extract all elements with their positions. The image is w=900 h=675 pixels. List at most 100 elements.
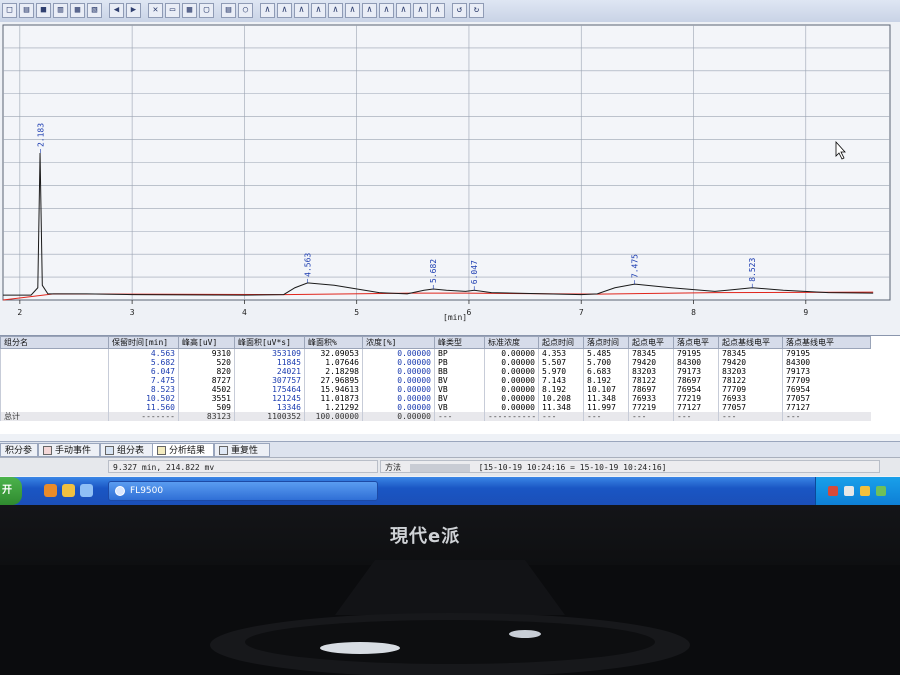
tray-volume-icon[interactable] xyxy=(860,486,870,496)
peak-tool-9-icon[interactable]: ∧ xyxy=(396,3,411,18)
table-cell: 78345 xyxy=(628,348,674,358)
table-cell: 15.94613 xyxy=(304,385,363,394)
table-cell: 6.683 xyxy=(583,367,629,376)
table-row[interactable]: 8.523 4502 175464 15.94613 0.00000 VB 0.00000 8… xyxy=(0,385,871,394)
table-cell: 79195 xyxy=(673,348,719,358)
table-cell: VB xyxy=(434,385,485,394)
table-cell: 77219 xyxy=(628,403,674,412)
column-header[interactable]: 落点电平 xyxy=(673,336,719,349)
peak-tool-8-icon[interactable]: ∧ xyxy=(379,3,394,18)
peak-tool-1-icon[interactable]: ∧ xyxy=(260,3,275,18)
copy-icon[interactable]: ▦ xyxy=(70,3,85,18)
column-header[interactable]: 标准浓度 xyxy=(484,336,539,349)
tab-params[interactable]: 积分参数 xyxy=(0,443,38,470)
total-cell: --- xyxy=(782,412,871,421)
column-header[interactable]: 起点时间 xyxy=(538,336,584,349)
table-row[interactable]: 7.475 8727 307757 27.96895 0.00000 BV 0.00000 7… xyxy=(0,376,871,385)
cursor-readout: 9.327 min, 214.822 mv xyxy=(108,460,378,473)
table-cell: 76954 xyxy=(782,385,871,394)
column-header[interactable]: 峰面积[uV*s] xyxy=(234,336,305,349)
delete-icon[interactable]: ✕ xyxy=(148,3,163,18)
peak-tool-7-icon[interactable]: ∧ xyxy=(362,3,377,18)
table-cell: 11845 xyxy=(234,358,305,367)
tray-app-icon[interactable] xyxy=(876,486,886,496)
tray-network-icon[interactable] xyxy=(844,486,854,496)
column-header[interactable]: 保留时间[min] xyxy=(108,336,179,349)
app-icon xyxy=(115,485,125,496)
table-cell: 0.00000 xyxy=(362,358,435,367)
tab-component-table[interactable]: 组分表 xyxy=(100,443,154,457)
new-file-icon[interactable]: □ xyxy=(2,3,17,18)
open-folder-icon[interactable]: ▤ xyxy=(19,3,34,18)
method-info: 方法 [15-10-19 10:24:16 = 15-10-19 10:24:1… xyxy=(380,460,880,473)
start-button[interactable]: 开 xyxy=(0,477,22,505)
refresh-icon[interactable]: ↺ xyxy=(452,3,467,18)
column-header[interactable]: 浓度[%] xyxy=(362,336,435,349)
column-header[interactable]: 起点电平 xyxy=(628,336,674,349)
peak-tool-5-icon[interactable]: ∧ xyxy=(328,3,343,18)
column-header[interactable]: 峰面积% xyxy=(304,336,363,349)
undo-icon[interactable]: ◀ xyxy=(109,3,124,18)
tray-security-icon[interactable] xyxy=(828,486,838,496)
table-icon[interactable]: ▤ xyxy=(221,3,236,18)
column-header[interactable]: 峰高[uV] xyxy=(178,336,235,349)
table-cell: 13346 xyxy=(234,403,305,412)
table-cell: 5.507 xyxy=(538,358,584,367)
peak-tool-4-icon[interactable]: ∧ xyxy=(311,3,326,18)
grid-icon[interactable]: ▦ xyxy=(182,3,197,18)
chromatogram-chart[interactable]: 2 3 4 5 6 7 8 9 2.183 4.563 5.682 6.047 7.475 8.523 xyxy=(0,22,900,324)
total-cell: 总计 xyxy=(0,412,109,421)
save-icon[interactable]: ■ xyxy=(36,3,51,18)
table-cell: 78345 xyxy=(718,348,783,358)
column-header[interactable]: 组分名 xyxy=(0,336,109,349)
monitor-stand xyxy=(210,560,690,675)
window-icon[interactable]: ▢ xyxy=(199,3,214,18)
table-cell: 353109 xyxy=(234,348,305,358)
total-cell: --- xyxy=(434,412,485,421)
redo-icon[interactable]: ▶ xyxy=(126,3,141,18)
peak-tool-6-icon[interactable]: ∧ xyxy=(345,3,360,18)
tab-manual-event[interactable]: 手动事件 xyxy=(38,443,100,457)
x-tick-label: 5 xyxy=(354,308,359,317)
print-icon[interactable]: ▥ xyxy=(53,3,68,18)
zoom-icon[interactable]: ○ xyxy=(238,3,253,18)
table-row[interactable]: 4.563 9310 353109 32.09053 0.00000 BP 0.00000 4… xyxy=(0,348,871,358)
table-row[interactable]: 5.682 520 11845 1.07646 0.00000 PB 0.00000 5.50… xyxy=(0,358,871,367)
table-cell: 10.502 xyxy=(108,394,179,403)
export-icon[interactable]: ▧ xyxy=(87,3,102,18)
table-cell xyxy=(0,358,109,367)
quicklaunch-folder-icon[interactable] xyxy=(62,484,75,497)
table-cell: 4.353 xyxy=(538,348,584,358)
column-header[interactable]: 起点基线电平 xyxy=(718,336,783,349)
peak-tool-11-icon[interactable]: ∧ xyxy=(430,3,445,18)
peak-tool-3-icon[interactable]: ∧ xyxy=(294,3,309,18)
table-row[interactable]: 6.047 820 24021 2.18298 0.00000 BB 0.00000 5.97… xyxy=(0,367,871,376)
table-cell: 0.00000 xyxy=(362,403,435,412)
table-cell: 78697 xyxy=(673,376,719,385)
table-cell: VB xyxy=(434,403,485,412)
refresh-all-icon[interactable]: ↻ xyxy=(469,3,484,18)
table-cell: BV xyxy=(434,394,485,403)
table-row[interactable]: 11.560 509 13346 1.21292 0.00000 VB 0.00000 11.… xyxy=(0,403,871,412)
table-cell: 76933 xyxy=(718,394,783,403)
table-cell xyxy=(0,394,109,403)
column-header[interactable]: 落点时间 xyxy=(583,336,629,349)
peak-tool-2-icon[interactable]: ∧ xyxy=(277,3,292,18)
quicklaunch-desktop-icon[interactable] xyxy=(80,484,93,497)
peak-tool-10-icon[interactable]: ∧ xyxy=(413,3,428,18)
table-cell: BB xyxy=(434,367,485,376)
table-cell: 0.00000 xyxy=(484,385,539,394)
edit-icon[interactable]: ▭ xyxy=(165,3,180,18)
component-table-icon xyxy=(105,446,114,455)
column-header[interactable]: 峰类型 xyxy=(434,336,485,349)
table-cell: 11.560 xyxy=(108,403,179,412)
table-cell xyxy=(0,367,109,376)
tab-analysis-result[interactable]: 分析结果 xyxy=(152,443,214,457)
table-row[interactable]: 10.502 3551 121245 11.01873 0.00000 BV 0.00000… xyxy=(0,394,871,403)
quicklaunch-media-icon[interactable] xyxy=(44,484,57,497)
table-cell: PB xyxy=(434,358,485,367)
tab-repeatability[interactable]: 重复性 xyxy=(214,443,270,457)
taskbar-app-button[interactable]: FL9500 xyxy=(108,481,378,501)
table-cell: 307757 xyxy=(234,376,305,385)
column-header[interactable]: 落点基线电平 xyxy=(782,336,871,349)
